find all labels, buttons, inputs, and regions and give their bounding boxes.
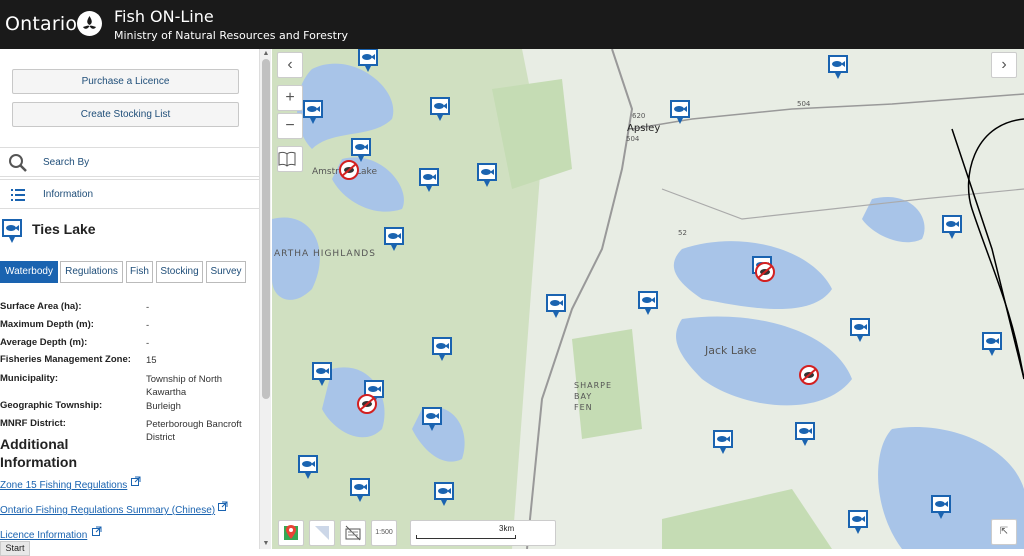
search-icon	[8, 153, 28, 173]
expand-panel-button[interactable]: ›	[991, 52, 1017, 78]
external-link-icon	[131, 473, 141, 486]
external-link-icon	[218, 498, 228, 511]
scale-selector-icon[interactable]: 1:500	[371, 520, 397, 546]
search-by-panel[interactable]: Search By	[0, 147, 259, 177]
measure-tool-icon[interactable]	[309, 520, 335, 546]
fish-marker-icon[interactable]	[849, 317, 871, 343]
fish-marker-icon[interactable]	[302, 99, 324, 125]
tab-regulations[interactable]: Regulations	[60, 261, 123, 283]
municipality-label: Municipality:	[0, 373, 59, 384]
apsley-label: Apsley	[627, 123, 661, 134]
tab-fish[interactable]: Fish	[126, 261, 153, 283]
purchase-licence-button[interactable]: Purchase a Licence	[12, 69, 239, 94]
mnrf-district-value: Peterborough Bancroft District	[146, 419, 242, 443]
information-panel[interactable]: Information	[0, 179, 259, 209]
fish-marker-icon[interactable]	[311, 361, 333, 387]
licence-information-link[interactable]: Licence Information	[0, 530, 87, 541]
app-header: Ontario Fish ON-Line Ministry of Natural…	[0, 0, 1024, 49]
expand-map-corner-icon[interactable]: ⇱	[991, 519, 1017, 545]
fish-marker-icon[interactable]	[669, 99, 691, 125]
sidebar: Purchase a Licence Create Stocking List …	[0, 49, 259, 556]
road-504-label: 504	[626, 135, 640, 143]
scroll-thumb[interactable]	[262, 59, 270, 399]
fish-marker-icon[interactable]	[712, 429, 734, 455]
scroll-up-arrow-icon[interactable]: ▲	[262, 50, 270, 58]
sidebar-scrollbar[interactable]: ▲ ▼	[259, 49, 271, 549]
fish-marker-icon[interactable]	[941, 214, 963, 240]
sharpe-bay-fen-label: SHARPE BAY FEN	[574, 381, 613, 412]
mnrf-district-label: MNRF District:	[0, 418, 66, 429]
tab-stocking[interactable]: Stocking	[156, 261, 203, 283]
fish-marker-icon[interactable]	[794, 421, 816, 447]
scroll-down-arrow-icon[interactable]: ▼	[262, 540, 270, 548]
fish-marker-icon[interactable]	[421, 406, 443, 432]
scale-label: 3km	[499, 524, 515, 533]
fish-marker-icon[interactable]	[433, 481, 455, 507]
maximum-depth-label: Maximum Depth (m):	[0, 319, 94, 330]
trillium-logo-icon	[77, 11, 102, 36]
fish-marker-icon[interactable]	[349, 477, 371, 503]
scale-bar: 3km	[410, 520, 556, 546]
fish-marker-icon[interactable]	[545, 293, 567, 319]
average-depth-label: Average Depth (m):	[0, 337, 88, 348]
start-button[interactable]: Start	[0, 541, 30, 556]
zoom-out-button[interactable]: −	[277, 113, 303, 139]
no-fishing-marker-icon[interactable]	[754, 261, 776, 283]
fish-marker-icon[interactable]	[476, 162, 498, 188]
scale-line	[416, 535, 516, 539]
fish-marker-icon[interactable]	[637, 290, 659, 316]
fish-marker-icon[interactable]	[827, 54, 849, 80]
zoom-in-button[interactable]: +	[277, 85, 303, 111]
road-52-label: 52	[678, 229, 687, 237]
chinese-regulations-summary-link[interactable]: Ontario Fishing Regulations Summary (Chi…	[0, 505, 215, 516]
book-icon[interactable]	[277, 146, 303, 172]
fish-marker-icon[interactable]	[418, 167, 440, 193]
information-label: Information	[43, 189, 94, 200]
fish-marker-icon	[1, 218, 23, 244]
fisheries-zone-label: Fisheries Management Zone:	[0, 354, 131, 365]
fish-marker-icon[interactable]	[357, 49, 379, 73]
search-by-label: Search By	[43, 157, 90, 168]
fisheries-zone-value: 15	[146, 355, 157, 366]
average-depth-value: -	[146, 338, 150, 349]
external-link-icon	[92, 523, 102, 536]
ontario-brand[interactable]: Ontario	[5, 13, 77, 35]
fish-marker-icon[interactable]	[429, 96, 451, 122]
maximum-depth-value: -	[146, 320, 150, 331]
fish-marker-icon[interactable]	[297, 454, 319, 480]
fish-marker-icon[interactable]	[981, 331, 1003, 357]
road-620-label: 620	[632, 112, 646, 120]
additional-information-heading: Additional Information	[0, 436, 77, 470]
jack-lake-label: Jack Lake	[705, 344, 757, 357]
fish-marker-icon[interactable]	[383, 226, 405, 252]
tab-waterbody[interactable]: Waterbody	[0, 261, 58, 283]
zone-15-regulations-link[interactable]: Zone 15 Fishing Regulations	[0, 480, 127, 491]
surface-area-label: Surface Area (ha):	[0, 301, 82, 312]
print-map-icon[interactable]	[340, 520, 366, 546]
tab-survey[interactable]: Survey	[206, 261, 246, 283]
geographic-township-label: Geographic Township:	[0, 400, 103, 411]
fish-marker-icon[interactable]	[930, 494, 952, 520]
collapse-sidebar-button[interactable]: ‹	[277, 52, 303, 78]
create-stocking-list-button[interactable]: Create Stocking List	[12, 102, 239, 127]
lake-name: Ties Lake	[32, 221, 96, 237]
app-title: Fish ON-Line	[114, 7, 214, 26]
no-fishing-marker-icon[interactable]	[356, 393, 378, 415]
google-maps-icon[interactable]	[278, 520, 304, 546]
surface-area-value: -	[146, 302, 150, 313]
no-fishing-marker-icon[interactable]	[798, 364, 820, 386]
app-subtitle: Ministry of Natural Resources and Forest…	[114, 29, 348, 42]
geographic-township-value: Burleigh	[146, 401, 181, 412]
municipality-value: Township of North Kawartha	[146, 374, 223, 398]
fish-marker-icon[interactable]	[847, 509, 869, 535]
road-504-label: 504	[797, 100, 811, 108]
list-icon	[8, 185, 28, 205]
kawartha-highlands-label: ARTHA HIGHLANDS	[274, 249, 376, 259]
no-fishing-marker-icon[interactable]	[338, 159, 360, 181]
map-view[interactable]: Apsley Amstrdm Lake ARTHA HIGHLANDS Jack…	[272, 49, 1024, 549]
fish-marker-icon[interactable]	[431, 336, 453, 362]
